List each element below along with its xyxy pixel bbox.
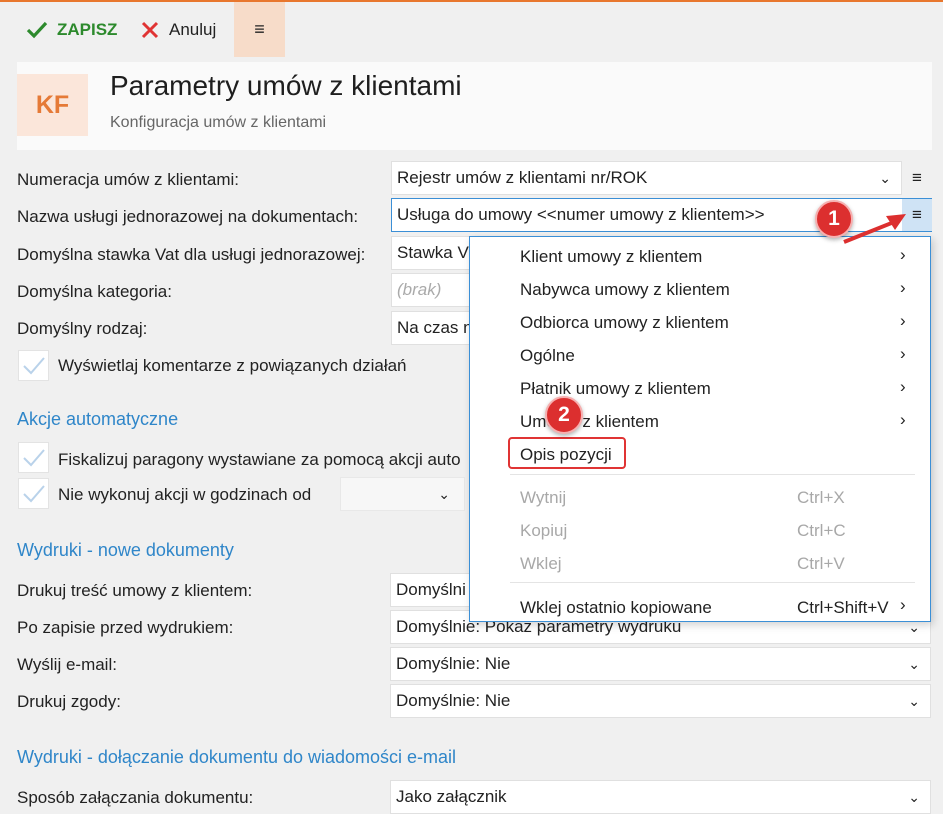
menu-item-ogolne[interactable]: Ogólne <box>520 346 575 366</box>
cancel-label: Anuluj <box>169 19 217 39</box>
page-subtitle: Konfiguracja umów z klientami <box>110 114 327 131</box>
hamburger-icon: ≡ <box>912 205 922 224</box>
rodzaj-value: Na czas n <box>397 318 473 337</box>
annotation-badge-2: 2 <box>545 396 583 434</box>
shortcut-wklej: Ctrl+V <box>797 554 845 573</box>
hamburger-icon: ≡ <box>254 19 265 39</box>
stawka-vat-value: Stawka V <box>397 243 469 262</box>
menu-item-kopiuj[interactable]: Kopiuj <box>520 521 567 541</box>
email-value: Domyślnie: Nie <box>396 654 511 673</box>
chevron-down-icon: ⌄ <box>879 170 891 186</box>
menu-item-umowa[interactable]: Umowa z klientem <box>520 412 659 432</box>
annotation-arrow-icon <box>843 214 906 244</box>
stawka-vat-select[interactable]: Stawka V <box>391 236 481 270</box>
menu-item-klient[interactable]: Klient umowy z klientem <box>520 247 702 267</box>
save-label: ZAPISZ <box>57 19 118 39</box>
zgody-value: Domyślnie: Nie <box>396 691 511 710</box>
context-menu: Klient umowy z klientem › Nabywca umowy … <box>469 236 931 622</box>
email-select[interactable]: Domyślnie: Nie ⌄ <box>390 647 931 681</box>
wydruki-nowe-section-title: Wydruki - nowe dokumenty <box>17 540 234 560</box>
chevron-right-icon: › <box>900 278 906 297</box>
zgody-label: Drukuj zgody: <box>17 692 121 711</box>
highlight-box <box>508 437 626 469</box>
godzina-od-select[interactable]: ⌄ <box>340 477 465 511</box>
checkmark-icon <box>23 449 45 467</box>
wydruki-email-section-title: Wydruki - dołączanie dokumentu do wiadom… <box>17 747 457 767</box>
save-button[interactable]: ZAPISZ <box>26 2 117 57</box>
akcje-section-title: Akcje automatyczne <box>17 409 179 429</box>
shortcut-wytnij: Ctrl+X <box>797 488 845 507</box>
cancel-button[interactable]: Anuluj <box>141 2 216 57</box>
menu-item-wklej[interactable]: Wklej <box>520 554 562 574</box>
chevron-right-icon: › <box>900 377 906 396</box>
chevron-right-icon: › <box>900 311 906 330</box>
po-zapisie-label: Po zapisie przed wydrukiem: <box>17 618 234 637</box>
chevron-down-icon: ⌄ <box>438 486 450 502</box>
email-label: Wyślij e-mail: <box>17 655 117 674</box>
menu-separator <box>510 474 915 475</box>
menu-item-nabywca[interactable]: Nabywca umowy z klientem <box>520 280 730 300</box>
fiskalizuj-label: Fiskalizuj paragony wystawiane za pomocą… <box>58 450 461 469</box>
module-logo: KF <box>17 74 88 136</box>
checkmark-icon <box>23 485 45 503</box>
menu-item-odbiorca[interactable]: Odbiorca umowy z klientem <box>520 313 729 333</box>
tresc-select[interactable]: Domyślni <box>390 573 480 607</box>
rodzaj-label: Domyślny rodzaj: <box>17 319 148 338</box>
chevron-right-icon: › <box>900 344 906 363</box>
shortcut-wklej-ostatnio: Ctrl+Shift+V <box>797 598 889 617</box>
numeracja-menu-button[interactable]: ≡ <box>902 161 932 195</box>
page-header: KF Parametry umów z klientami Konfigurac… <box>17 62 932 150</box>
kategoria-placeholder: (brak) <box>397 280 442 299</box>
nazwa-uslugi-value: Usługa do umowy <<numer umowy z klientem… <box>397 205 765 224</box>
close-icon <box>141 21 159 38</box>
menu-item-platnik[interactable]: Płatnik umowy z klientem <box>520 379 711 399</box>
sposob-value: Jako załącznik <box>396 787 507 806</box>
tresc-label: Drukuj treść umowy z klientem: <box>17 581 253 600</box>
kategoria-select[interactable]: (brak) <box>391 273 481 307</box>
numeracja-label: Numeracja umów z klientami: <box>17 170 240 189</box>
komentarze-checkbox[interactable] <box>18 350 49 381</box>
chevron-down-icon: ⌄ <box>908 693 920 709</box>
tresc-value: Domyślni <box>396 580 466 599</box>
menu-item-wklej-ostatnio[interactable]: Wklej ostatnio kopiowane <box>520 598 712 618</box>
toolbar-menu-button[interactable]: ≡ <box>234 2 285 57</box>
chevron-down-icon: ⌄ <box>908 789 920 805</box>
stawka-vat-label: Domyślna stawka Vat dla usługi jednorazo… <box>17 245 366 264</box>
chevron-right-icon: › <box>900 410 906 429</box>
checkmark-icon <box>23 357 45 375</box>
kategoria-label: Domyślna kategoria: <box>17 282 172 301</box>
zgody-select[interactable]: Domyślnie: Nie ⌄ <box>390 684 931 718</box>
page-title: Parametry umów z klientami <box>110 70 462 101</box>
hamburger-icon: ≡ <box>912 168 922 187</box>
menu-separator <box>510 582 915 583</box>
shortcut-kopiuj: Ctrl+C <box>797 521 846 540</box>
checkmark-icon <box>26 21 48 38</box>
chevron-right-icon: › <box>900 595 906 614</box>
rodzaj-select[interactable]: Na czas n <box>391 311 481 345</box>
sposob-label: Sposób załączania dokumentu: <box>17 788 254 807</box>
komentarze-label: Wyświetlaj komentarze z powiązanych dzia… <box>58 356 407 375</box>
toolbar: ZAPISZ Anuluj ≡ <box>0 2 943 57</box>
numeracja-value: Rejestr umów z klientami nr/ROK <box>397 168 648 187</box>
nie-wykonuj-checkbox[interactable] <box>18 478 49 509</box>
sposob-select[interactable]: Jako załącznik ⌄ <box>390 780 931 814</box>
numeracja-select[interactable]: Rejestr umów z klientami nr/ROK ⌄ <box>391 161 902 195</box>
fiskalizuj-checkbox[interactable] <box>18 442 49 473</box>
nazwa-uslugi-label: Nazwa usługi jednorazowej na dokumentach… <box>17 207 359 226</box>
menu-item-wytnij[interactable]: Wytnij <box>520 488 566 508</box>
chevron-down-icon: ⌄ <box>908 656 920 672</box>
nie-wykonuj-label: Nie wykonuj akcji w godzinach od <box>58 485 312 504</box>
